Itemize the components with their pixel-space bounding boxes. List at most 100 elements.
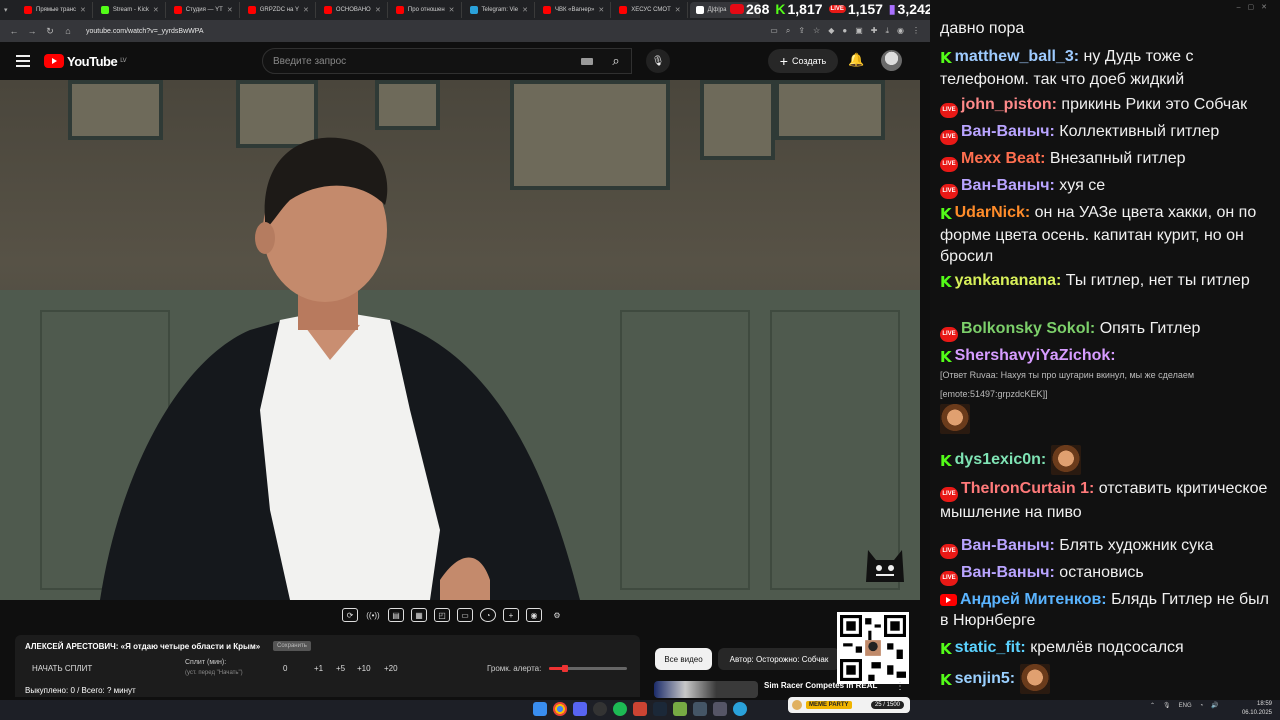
chat-username[interactable]: senjin5: <box>955 670 1015 687</box>
window-controls[interactable]: –▢✕ <box>1237 3 1274 11</box>
add-5-button[interactable]: +5 <box>336 664 345 673</box>
chat-username[interactable]: matthew_ball_3: <box>955 48 1079 65</box>
browser-tab[interactable]: ОСНОВАНО ✕ <box>318 2 388 18</box>
chat-username[interactable]: Андрей Митенков: <box>960 591 1107 608</box>
audio-icon[interactable]: ((•)) <box>365 608 381 622</box>
search-input[interactable]: Введите запрос <box>262 48 632 74</box>
lang-indicator[interactable]: ENG <box>1179 703 1192 709</box>
steam-icon[interactable] <box>653 702 667 716</box>
chat-username[interactable]: UdarNick: <box>955 204 1031 221</box>
chat-username[interactable]: dys1exic0n: <box>955 451 1047 468</box>
add-1-button[interactable]: +1 <box>314 664 323 673</box>
extension-icon[interactable]: ▣ <box>855 26 863 36</box>
keyboard-icon[interactable] <box>581 57 593 65</box>
screenshot-icon[interactable]: ◉ <box>526 608 542 622</box>
frame-icon[interactable]: ◰ <box>434 608 450 622</box>
close-icon[interactable]: ✕ <box>675 6 681 14</box>
close-icon[interactable]: ✕ <box>449 6 455 14</box>
app-icon[interactable] <box>673 702 687 716</box>
start-split-button[interactable]: НАЧАТЬ СПЛИТ <box>32 664 92 673</box>
meme-party-widget[interactable]: МЕМЕ PARTY 25 / 1500 <box>788 697 910 713</box>
app-icon[interactable] <box>633 702 647 716</box>
clip-icon[interactable]: ▦ <box>411 608 427 622</box>
browser-tab[interactable]: ЧВК «Вагнер» ✕ <box>537 2 612 18</box>
extension-icon[interactable]: ◆ <box>828 26 834 36</box>
extension-icon[interactable]: ● <box>842 26 847 36</box>
chat-username[interactable]: Mexx Beat: <box>961 150 1045 167</box>
app-icon[interactable] <box>713 702 727 716</box>
recommended-title[interactable]: Sim Racer Competes In REAL <box>764 681 877 690</box>
obs-icon[interactable] <box>593 702 607 716</box>
all-videos-chip[interactable]: Все видео <box>655 648 712 670</box>
media-player-icon[interactable] <box>693 702 707 716</box>
browser-tab[interactable]: ХЕСУС СМОТ ✕ <box>613 2 688 18</box>
chat-username[interactable]: yankananana: <box>955 272 1062 289</box>
home-icon[interactable]: ⌂ <box>62 26 74 36</box>
avatar[interactable] <box>881 50 902 71</box>
zoom-icon[interactable]: ⌕ <box>786 26 790 36</box>
telegram-icon[interactable] <box>733 702 747 716</box>
chat-username[interactable]: Ван-Ваныч: <box>961 177 1055 194</box>
close-icon[interactable]: ✕ <box>522 6 528 14</box>
chat-username[interactable]: Ван-Ваныч: <box>961 537 1055 554</box>
forward-icon[interactable]: → <box>26 26 38 36</box>
share-icon[interactable]: ⇪ <box>798 26 805 36</box>
close-icon[interactable]: ✕ <box>227 6 233 14</box>
chevron-up-icon[interactable]: ⌃ <box>1150 702 1155 709</box>
chat-username[interactable]: TheIronCurtain 1: <box>961 480 1094 497</box>
add-20-button[interactable]: +20 <box>384 664 398 673</box>
loop-icon[interactable]: ⟳ <box>342 608 358 622</box>
author-chip[interactable]: Автор: Осторожно: Собчак <box>718 648 840 670</box>
create-button[interactable]: + Создать <box>768 49 838 73</box>
url-field[interactable]: youtube.com/watch?v=_yyrdsBwWPA <box>86 28 204 35</box>
tab-menu-icon[interactable]: ▾ <box>4 6 16 14</box>
close-icon[interactable]: ✕ <box>153 6 159 14</box>
recommended-thumbnail[interactable] <box>654 681 758 698</box>
video-player[interactable] <box>0 80 920 600</box>
add-10-button[interactable]: +10 <box>357 664 371 673</box>
miniplayer-icon[interactable]: ▤ <box>388 608 404 622</box>
bookmark-icon[interactable]: ☆ <box>813 26 820 36</box>
speed-icon[interactable]: ◔ <box>480 608 496 622</box>
chrome-icon[interactable] <box>553 702 567 716</box>
settings-gear-icon[interactable]: ⚙ <box>549 608 565 622</box>
browser-tab[interactable]: Про отношен ✕ <box>390 2 462 18</box>
mic-icon[interactable]: 🎙 <box>1163 702 1171 709</box>
add-icon[interactable]: + <box>503 608 519 622</box>
voice-search-button[interactable]: 🎙 <box>646 49 670 73</box>
cast-icon[interactable]: ▭ <box>770 26 778 36</box>
ambient-icon[interactable]: ▭ <box>457 608 473 622</box>
notifications-bell-icon[interactable]: 🔔 <box>848 52 864 68</box>
browser-tab[interactable]: Студия — YT ✕ <box>168 2 240 18</box>
kebab-menu-icon[interactable]: ⋮ <box>912 26 920 36</box>
save-badge[interactable]: Сохранить <box>273 641 311 651</box>
profile-icon[interactable]: ◉ <box>897 26 904 36</box>
chat-username[interactable]: Ван-Ваныч: <box>961 564 1055 581</box>
chat-username[interactable]: Bolkonsky Sokol: <box>961 320 1095 337</box>
alert-volume-slider[interactable] <box>549 665 627 672</box>
chat-username[interactable]: static_fit: <box>955 639 1026 656</box>
puzzle-icon[interactable]: ✚ <box>871 26 878 36</box>
search-button[interactable]: ⌕ <box>598 48 634 74</box>
chat-username[interactable]: john_piston: <box>961 96 1057 113</box>
more-options-icon[interactable]: ⋮ <box>895 681 905 692</box>
close-icon[interactable]: ✕ <box>303 6 309 14</box>
hamburger-menu-icon[interactable] <box>16 55 30 67</box>
browser-tab[interactable]: Telegram: Vie ✕ <box>464 2 535 18</box>
browser-tab[interactable]: Stream - Kick ✕ <box>95 2 166 18</box>
youtube-logo[interactable]: YouTube LV <box>44 54 127 69</box>
close-icon[interactable]: ✕ <box>80 6 86 14</box>
browser-tab[interactable]: GRPZDC на Y ✕ <box>242 2 316 18</box>
clock[interactable]: 18:59 06.10.2025 <box>1226 700 1272 718</box>
discord-icon[interactable] <box>573 702 587 716</box>
chat-username[interactable]: Ван-Ваныч: <box>961 123 1055 140</box>
volume-icon[interactable]: 🔊 <box>1211 702 1218 709</box>
close-icon[interactable]: ✕ <box>598 6 604 14</box>
back-icon[interactable]: ← <box>8 26 20 36</box>
windows-start-icon[interactable] <box>533 702 547 716</box>
close-icon[interactable]: ✕ <box>375 6 381 14</box>
chat-username[interactable]: ShershavyiYaZichok: <box>955 347 1116 364</box>
browser-tab[interactable]: Прямые транс ✕ <box>18 2 93 18</box>
slider-knob[interactable] <box>561 665 568 672</box>
download-icon[interactable]: ⤓ <box>885 26 889 36</box>
